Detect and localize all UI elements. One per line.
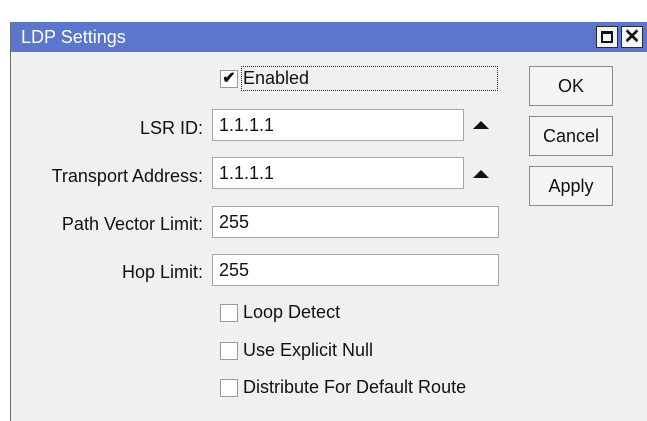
transport-address-label: Transport Address:	[51, 166, 203, 186]
restore-button[interactable]	[596, 26, 618, 48]
close-button[interactable]: ✕	[621, 26, 643, 48]
close-icon: ✕	[623, 26, 641, 48]
title-bar: LDP Settings ✕	[11, 22, 647, 52]
lsr-id-label: LSR ID:	[139, 118, 203, 138]
enabled-checkbox[interactable]: ✔	[220, 70, 238, 88]
use-explicit-null-label[interactable]: Use Explicit Null	[243, 340, 373, 361]
enabled-label[interactable]: Enabled	[241, 66, 498, 91]
ok-button[interactable]: OK	[529, 66, 613, 106]
lsr-id-input[interactable]: 1.1.1.1	[212, 109, 464, 141]
apply-button[interactable]: Apply	[529, 166, 613, 206]
collapse-lsr-id-icon[interactable]	[473, 121, 489, 129]
hop-limit-label: Hop Limit:	[121, 262, 203, 282]
path-vector-limit-input[interactable]: 255	[212, 206, 499, 238]
transport-address-input[interactable]: 1.1.1.1	[212, 157, 464, 189]
window-title: LDP Settings	[21, 27, 126, 47]
hop-limit-input[interactable]: 255	[212, 254, 499, 286]
check-icon: ✔	[222, 70, 236, 87]
loop-detect-checkbox[interactable]	[220, 304, 238, 322]
path-vector-limit-label: Path Vector Limit:	[61, 214, 203, 234]
collapse-transport-address-icon[interactable]	[473, 170, 489, 178]
use-explicit-null-checkbox[interactable]	[220, 342, 238, 360]
distribute-default-route-checkbox[interactable]	[220, 379, 238, 397]
loop-detect-label[interactable]: Loop Detect	[243, 302, 340, 323]
ldp-settings-window: LDP Settings ✕ ✔ Enabled LSR ID: 1.1.1.1…	[10, 22, 647, 421]
distribute-default-route-label[interactable]: Distribute For Default Route	[243, 377, 466, 398]
restore-icon	[601, 31, 613, 43]
cancel-button[interactable]: Cancel	[529, 116, 613, 156]
